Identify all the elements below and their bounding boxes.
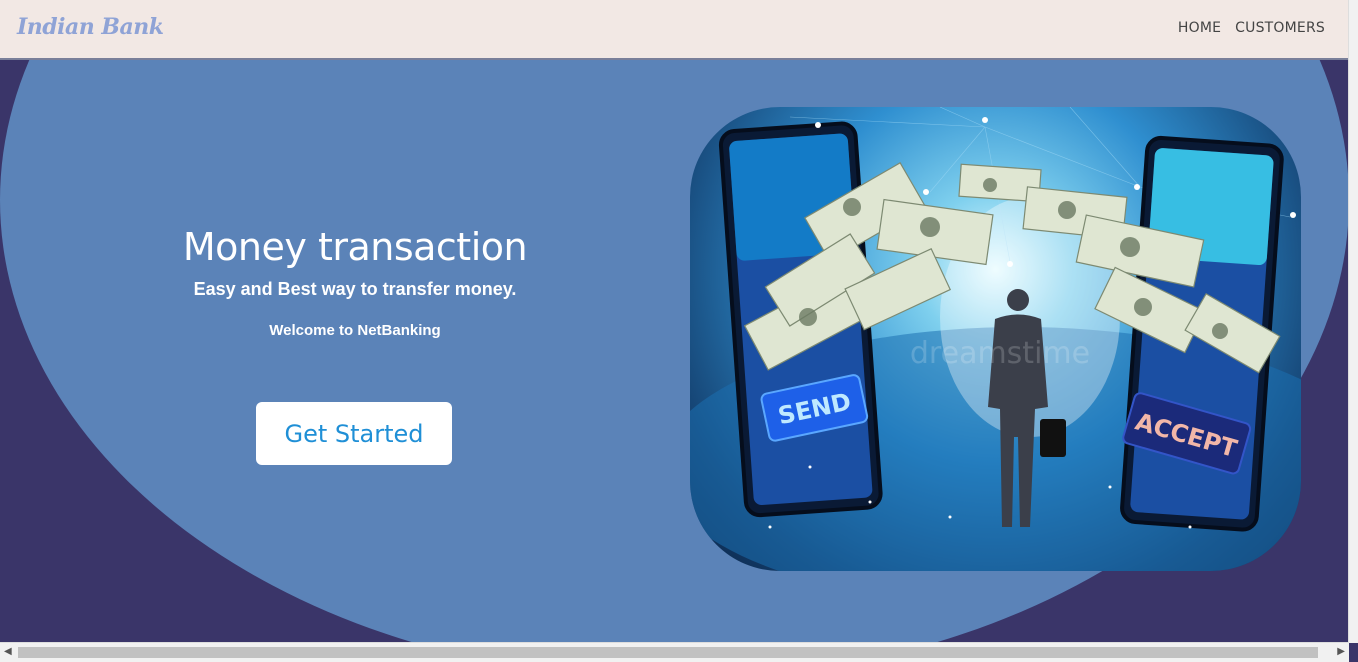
- scroll-right-arrow-icon[interactable]: ▶: [1337, 646, 1345, 657]
- hero-text-block: Money transaction Easy and Best way to t…: [140, 225, 570, 339]
- money-transfer-illustration: SEND ACCEPT dreamstime: [690, 107, 1301, 571]
- top-navbar: Indian Bank HOME CUSTOMERS: [0, 0, 1349, 60]
- hero-illustration-image: SEND ACCEPT dreamstime: [690, 107, 1301, 571]
- hero-welcome-text: Welcome to NetBanking: [269, 322, 441, 339]
- hero-section: Money transaction Easy and Best way to t…: [0, 60, 1349, 642]
- scroll-left-arrow-icon[interactable]: ◀: [4, 646, 12, 657]
- hero-subtitle: Easy and Best way to transfer money.: [193, 279, 517, 299]
- horizontal-scroll-thumb[interactable]: [18, 647, 1318, 658]
- watermark-text: dreamstime: [910, 336, 1090, 371]
- brand-logo[interactable]: Indian Bank: [17, 14, 164, 40]
- nav-home-link[interactable]: HOME: [1178, 20, 1221, 36]
- vertical-scrollbar[interactable]: [1348, 0, 1358, 643]
- nav-customers-link[interactable]: CUSTOMERS: [1235, 20, 1325, 36]
- get-started-button[interactable]: Get Started: [256, 402, 452, 465]
- horizontal-scrollbar[interactable]: ◀ ▶: [0, 642, 1349, 662]
- hero-title: Money transaction: [182, 225, 528, 269]
- nav-links: HOME CUSTOMERS: [1178, 20, 1325, 36]
